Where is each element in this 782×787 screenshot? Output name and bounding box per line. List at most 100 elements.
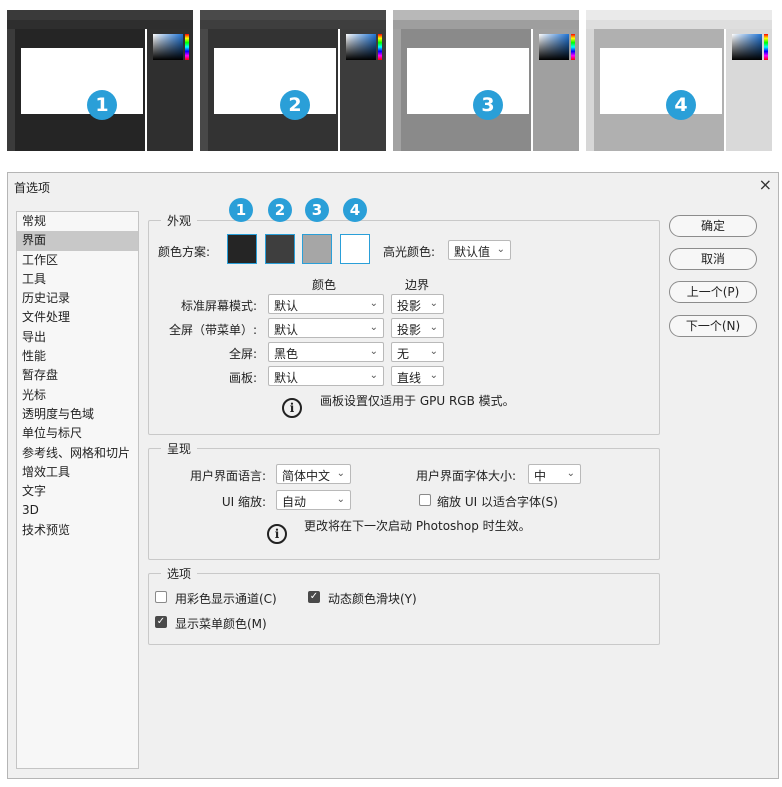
- sidebar-item-scratch-disks[interactable]: 暂存盘: [17, 366, 138, 385]
- thumbnail-number: 2: [280, 90, 310, 120]
- sidebar-item-general[interactable]: 常规: [17, 212, 138, 231]
- ui-scaling-select[interactable]: 自动 ⌄: [276, 490, 351, 510]
- chevron-down-icon: ⌄: [369, 298, 378, 309]
- thumbnail-number: 3: [473, 90, 503, 120]
- select-value: 简体中文: [282, 469, 331, 483]
- column-header-color: 颜色: [312, 278, 337, 292]
- artboard-color-select[interactable]: 默认 ⌄: [268, 366, 384, 386]
- menu-colors-label: 显示菜单颜色(M): [175, 617, 267, 631]
- theme-thumbnail-3: 3: [393, 10, 579, 151]
- info-icon: i: [267, 524, 287, 544]
- chevron-down-icon: ⌄: [336, 468, 345, 479]
- select-value: 默认: [274, 299, 299, 313]
- select-value: 投影: [397, 323, 422, 337]
- theme-thumbnail-1: 1: [7, 10, 193, 151]
- callout-4: 4: [343, 198, 367, 222]
- chevron-down-icon: ⌄: [369, 346, 378, 357]
- scale-ui-to-font-label: 缩放 UI 以适合字体(S): [437, 495, 558, 509]
- column-header-border: 边界: [405, 278, 430, 292]
- select-value: 投影: [397, 299, 422, 313]
- color-scheme-label: 颜色方案:: [158, 245, 211, 259]
- ui-font-size-select[interactable]: 中 ⌄: [528, 464, 581, 484]
- color-scheme-swatch-4[interactable]: [340, 234, 370, 264]
- sidebar-item-export[interactable]: 导出: [17, 328, 138, 347]
- chevron-down-icon: ⌄: [429, 370, 438, 381]
- sidebar-item-tech-previews[interactable]: 技术预览: [17, 521, 138, 540]
- full-screen-menus-border-select[interactable]: 投影 ⌄: [391, 318, 444, 338]
- ui-language-label: 用户界面语言:: [189, 469, 266, 483]
- ui-language-select[interactable]: 简体中文 ⌄: [276, 464, 351, 484]
- callout-1: 1: [229, 198, 253, 222]
- artboard-label: 画板:: [228, 371, 257, 385]
- info-icon: i: [282, 398, 302, 418]
- sidebar-item-interface[interactable]: 界面: [17, 231, 138, 251]
- sidebar-item-tools[interactable]: 工具: [17, 270, 138, 289]
- chevron-down-icon: ⌄: [429, 322, 438, 333]
- full-screen-border-select[interactable]: 无 ⌄: [391, 342, 444, 362]
- theme-thumbnail-4: 4: [586, 10, 772, 151]
- cancel-button[interactable]: 取消: [669, 248, 757, 270]
- options-group: 选项: [148, 565, 660, 645]
- preferences-sidebar: 常规 界面 工作区 工具 历史记录 文件处理 导出 性能 暂存盘 光标 透明度与…: [16, 211, 139, 769]
- chevron-down-icon: ⌄: [429, 346, 438, 357]
- chevron-down-icon: ⌄: [429, 298, 438, 309]
- standard-screen-border-select[interactable]: 投影 ⌄: [391, 294, 444, 314]
- preferences-dialog: 首选项 × 常规 界面 工作区 工具 历史记录 文件处理 导出 性能 暂存盘 光…: [7, 172, 779, 779]
- color-scheme-swatch-2[interactable]: [265, 234, 295, 264]
- chevron-down-icon: ⌄: [369, 370, 378, 381]
- thumbnail-number: 4: [666, 90, 696, 120]
- color-scheme-swatch-3[interactable]: [302, 234, 332, 264]
- full-screen-menus-label: 全屏（带菜单）:: [168, 323, 257, 337]
- sidebar-item-3d[interactable]: 3D: [17, 501, 138, 520]
- dialog-title: 首选项: [14, 181, 51, 195]
- thumbnail-number: 1: [87, 90, 117, 120]
- full-screen-label: 全屏:: [228, 347, 257, 361]
- sidebar-item-history[interactable]: 历史记录: [17, 289, 138, 308]
- color-channels-checkbox[interactable]: [155, 591, 167, 603]
- select-value: 中: [534, 469, 547, 483]
- sidebar-item-guides[interactable]: 参考线、网格和切片: [17, 444, 138, 463]
- dynamic-sliders-label: 动态颜色滑块(Y): [328, 592, 417, 606]
- appearance-legend: 外观: [161, 212, 198, 229]
- ui-scaling-label: UI 缩放:: [221, 495, 266, 509]
- options-legend: 选项: [161, 565, 198, 582]
- sidebar-item-performance[interactable]: 性能: [17, 347, 138, 366]
- sidebar-item-type[interactable]: 文字: [17, 482, 138, 501]
- scale-ui-to-font-checkbox[interactable]: [419, 494, 431, 506]
- select-value: 无: [397, 347, 410, 361]
- ok-button[interactable]: 确定: [669, 215, 757, 237]
- select-value: 直线: [397, 371, 422, 385]
- artboard-border-select[interactable]: 直线 ⌄: [391, 366, 444, 386]
- chevron-down-icon: ⌄: [496, 244, 505, 255]
- standard-screen-color-select[interactable]: 默认 ⌄: [268, 294, 384, 314]
- theme-thumbnail-2: 2: [200, 10, 386, 151]
- full-screen-menus-color-select[interactable]: 默认 ⌄: [268, 318, 384, 338]
- callout-3: 3: [305, 198, 329, 222]
- sidebar-item-cursors[interactable]: 光标: [17, 386, 138, 405]
- full-screen-color-select[interactable]: 黑色 ⌄: [268, 342, 384, 362]
- prev-button[interactable]: 上一个(P): [669, 281, 757, 303]
- select-value: 黑色: [274, 347, 299, 361]
- sidebar-item-file-handling[interactable]: 文件处理: [17, 308, 138, 327]
- sidebar-item-transparency[interactable]: 透明度与色域: [17, 405, 138, 424]
- highlight-color-select[interactable]: 默认值 ⌄: [448, 240, 511, 260]
- sidebar-item-workspace[interactable]: 工作区: [17, 251, 138, 270]
- sidebar-item-plugins[interactable]: 增效工具: [17, 463, 138, 482]
- close-icon[interactable]: ×: [759, 175, 772, 194]
- select-value: 默认: [274, 323, 299, 337]
- highlight-color-value: 默认值: [454, 245, 491, 259]
- color-channels-label: 用彩色显示通道(C): [175, 592, 277, 606]
- menu-colors-checkbox[interactable]: ✓: [155, 616, 167, 628]
- ui-font-size-label: 用户界面字体大小:: [416, 469, 517, 483]
- color-scheme-swatch-1[interactable]: [227, 234, 257, 264]
- standard-screen-mode-label: 标准屏幕模式:: [180, 299, 257, 313]
- dynamic-sliders-checkbox[interactable]: ✓: [308, 591, 320, 603]
- presentation-legend: 呈现: [161, 440, 198, 457]
- chevron-down-icon: ⌄: [566, 468, 575, 479]
- callout-2: 2: [268, 198, 292, 222]
- next-button[interactable]: 下一个(N): [669, 315, 757, 337]
- restart-note: 更改将在下一次启动 Photoshop 时生效。: [304, 519, 531, 533]
- highlight-color-label: 高光颜色:: [383, 245, 436, 259]
- sidebar-item-units[interactable]: 单位与标尺: [17, 424, 138, 443]
- select-value: 自动: [282, 495, 307, 509]
